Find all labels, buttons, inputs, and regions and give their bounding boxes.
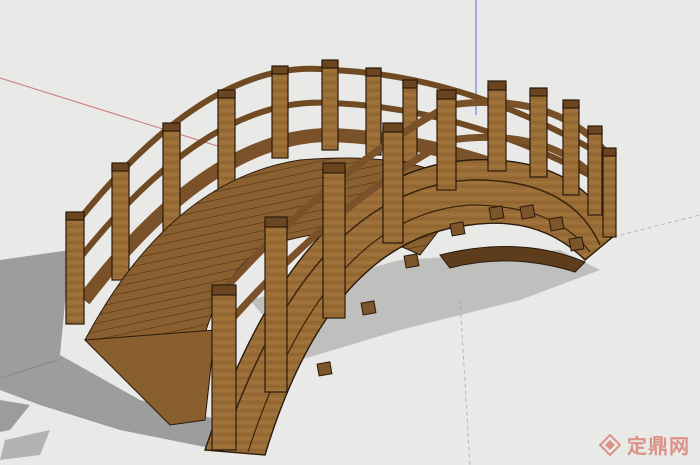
red-axis-line	[0, 77, 231, 151]
watermark: 定鼎网	[599, 430, 690, 459]
grey-axis-line-2	[459, 299, 471, 465]
model-viewport[interactable]: 定鼎网	[0, 0, 700, 465]
bridge-scene[interactable]	[0, 0, 700, 465]
watermark-text: 定鼎网	[627, 434, 690, 458]
diamond-logo-icon	[599, 433, 621, 456]
